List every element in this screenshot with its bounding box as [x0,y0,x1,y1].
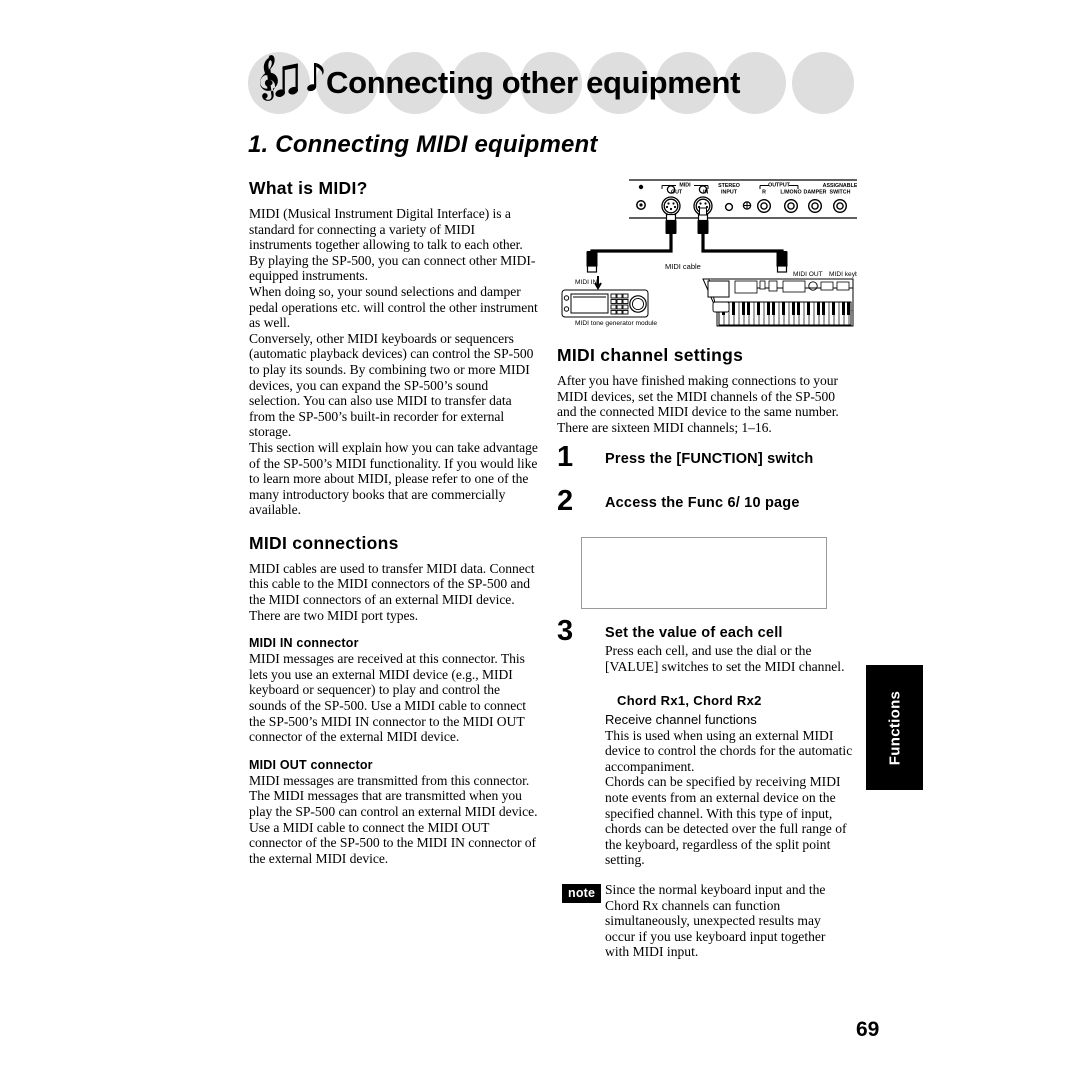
midi-keyboard [702,278,854,327]
section-title: 1. Connecting MIDI equipment [248,131,598,158]
label-switch: SWITCH [830,190,851,196]
sp500-rear-panel: MIDI OUT IN STEREO INPUT OUTPUT R L/MONO… [629,179,857,219]
subheading-midi-in-connector: MIDI IN connector [249,636,359,651]
chord-rx-block: Chord Rx1, Chord Rx2 Receive channel fun… [605,693,853,868]
step-body: Set the value of each cell Press each ce… [605,625,853,674]
step-body: Access the Func 6/ 10 page [605,495,853,511]
label-stereo: STEREO [718,183,740,189]
step-number: 3 [557,615,574,648]
label-output: OUTPUT [768,183,791,189]
manual-page: Connecting other equipment 1. Connecting… [0,0,1080,1080]
label-midi-cable: MIDI cable [665,262,701,271]
step-title: Press the [FUNCTION] switch [605,451,814,468]
header-circle [792,52,854,114]
step-text: Press each cell, and use the dial or the… [605,643,845,674]
step-title: Access the Func 6/ 10 page [605,495,800,512]
page-header: Connecting other equipment [248,52,868,114]
lcd-screen-illustration [581,537,827,610]
midi-cables [590,216,784,262]
midi-connection-diagram: MIDI OUT IN STEREO INPUT OUTPUT R L/MONO… [557,178,857,333]
note-badge: note [562,883,602,904]
step-body: Press the [FUNCTION] switch [605,451,853,467]
step-2: 2 Access the Func 6/ 10 page [557,487,853,523]
paragraph: When doing so, your sound selections and… [249,283,538,331]
label-input: INPUT [721,190,738,196]
chord-rx-subtitle: Receive channel functions [605,711,757,727]
label-module-midi-in: MIDI IN [575,279,598,286]
heading-midi-connections: MIDI connections [249,532,399,553]
label-midi: MIDI [679,183,691,189]
paragraph: After you have finished making connectio… [557,373,839,435]
left-column: What is MIDI? MIDI (Musical Instrument D… [249,178,540,866]
page-title: Connecting other equipment [326,65,741,100]
beamed-eighth-notes-icon [275,63,299,97]
chord-rx-heading: Chord Rx1, Chord Rx2 [617,692,762,708]
paragraph: Chords can be specified by receiving MID… [605,774,847,868]
step-title: Set the value of each cell [605,625,783,642]
music-notes-icon-group [254,54,330,112]
step-number: 2 [557,485,574,518]
note-callout: note Since the normal keyboard input and… [557,882,853,960]
label-output-r: R [762,190,766,196]
paragraph: Conversely, other MIDI keyboards or sequ… [249,330,534,440]
chapter-tab-functions: Functions [866,665,923,790]
subheading-midi-out-connector: MIDI OUT connector [249,757,373,772]
heading-what-is-midi: What is MIDI? [249,178,368,198]
treble-clef-icon [260,55,278,101]
label-assignable: ASSIGNABLE [823,183,857,189]
tone-generator-module [561,289,649,318]
label-midi-keyboard: MIDI keyboard [829,271,857,278]
midi-plug-out [665,213,677,234]
midi-plug-module [586,251,598,273]
right-column: MIDI channel settings After you have fin… [557,345,853,960]
midi-plug-keyboard [776,251,788,273]
paragraph: MIDI cables are used to transfer MIDI da… [249,560,535,623]
label-tone-generator-module: MIDI tone generator module [575,320,657,327]
label-damper: DAMPER [804,190,827,196]
step-3: 3 Set the value of each cell Press each … [557,617,853,674]
label-keyboard-midi-out: MIDI OUT [793,271,823,278]
page-number: 69 [856,1018,880,1041]
step-1: 1 Press the [FUNCTION] switch [557,443,853,479]
paragraph: MIDI messages are received at this conne… [249,651,526,745]
step-number: 1 [557,441,574,474]
heading-midi-channel-settings: MIDI channel settings [557,345,744,365]
chapter-tab-label: Functions [886,690,903,765]
paragraph: The MIDI messages that are transmitted w… [249,788,538,866]
midi-plug-in [697,207,709,234]
paragraph: MIDI messages are transmitted from this … [249,772,530,788]
paragraph: This section will explain how you can ta… [249,439,538,518]
eighth-note-icon [307,63,324,92]
paragraph: This is used when using an external MIDI… [605,727,853,774]
paragraph: MIDI (Musical Instrument Digital Interfa… [249,206,536,284]
note-text: Since the normal keyboard input and the … [605,881,826,960]
label-output-lmono: L/MONO [780,190,801,196]
